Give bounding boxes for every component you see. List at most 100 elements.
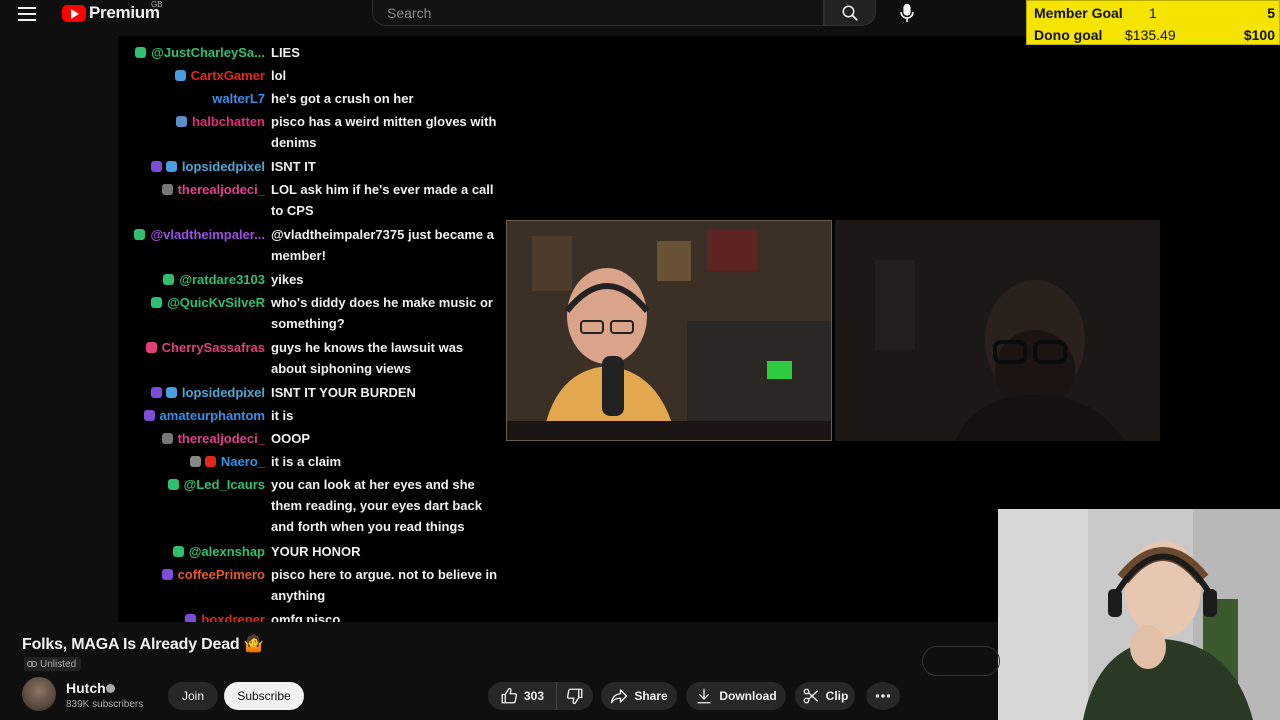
menu-icon[interactable] (18, 3, 48, 25)
chat-text: YOUR HONOR (271, 544, 361, 559)
chat-badge-icon (145, 342, 157, 353)
webcam-right (835, 220, 1160, 441)
channel-name[interactable]: Hutch (66, 680, 106, 696)
member-goal-target: 5 (1267, 5, 1275, 21)
chat-username[interactable]: halbchatten (192, 111, 265, 132)
chat-badge-icon (165, 387, 177, 398)
link-icon (27, 661, 37, 667)
person-left-figure (507, 221, 831, 440)
chat-username[interactable]: amateurphantom (160, 405, 265, 426)
video-title-text: Folks, MAGA Is Already Dead (22, 636, 240, 653)
webcam-streamer (998, 509, 1280, 720)
chat-badge-icon (150, 161, 162, 172)
dono-goal-current: $135.49 (1125, 27, 1176, 43)
chat-text: guys he knows the lawsuit was about siph… (271, 340, 464, 376)
chat-badge-icon (161, 569, 173, 580)
share-icon (611, 689, 628, 704)
unlisted-badge: Unlisted (24, 657, 82, 671)
youtube-play-icon (62, 4, 86, 22)
chat-text: it is (271, 408, 294, 423)
chat-text: it is a claim (271, 454, 342, 469)
chat-text: pisco has a weird mitten gloves with den… (271, 114, 497, 150)
chat-badge-icon (172, 546, 184, 557)
chat-badge-icon (185, 614, 197, 622)
chat-username[interactable]: @ratdare3103 (179, 269, 265, 290)
chat-text: LIES (271, 45, 300, 60)
chat-text: he's got a crush on her (271, 91, 414, 106)
person-streamer-figure (998, 509, 1280, 720)
chat-badge-icon (176, 116, 188, 127)
chat-text: ISNT IT (271, 159, 316, 174)
chat-text: who's diddy does he make music or someth… (271, 295, 493, 331)
download-button[interactable]: Download (686, 682, 786, 710)
join-button[interactable]: Join (168, 682, 218, 710)
chat-username[interactable]: CartxGamer (191, 65, 265, 86)
member-goal-row: Member Goal 1 5 (1027, 2, 1280, 24)
chat-username[interactable]: therealjodeci_ (178, 428, 265, 449)
download-icon (697, 688, 712, 704)
chat-text: pisco here to argue. not to believe in a… (271, 567, 498, 603)
more-actions-button[interactable] (866, 682, 900, 710)
channel-avatar[interactable] (22, 677, 56, 711)
stream-chat-overlay: @JustCharleySa... LIES CartxGamer lol walter… (118, 42, 503, 622)
voice-search-button[interactable] (890, 0, 924, 26)
chat-badge-icon (165, 161, 177, 172)
chat-text: lol (271, 68, 287, 83)
thumbs-up-icon (501, 687, 518, 704)
chat-username[interactable]: @vladtheimpaler... (150, 224, 265, 245)
dono-goal-label: Dono goal (1034, 27, 1103, 43)
chat-badge-icon (174, 70, 186, 81)
person-shrug-emoji-icon: 🤷 (243, 636, 264, 653)
dono-goal-row: Dono goal $135.49 $100 (1027, 24, 1280, 46)
chat-username[interactable]: boxdreper (201, 609, 265, 622)
chat-badge-icon (161, 433, 173, 444)
youtube-watch-page: Premium GB @JustCharleySa... LIES CartxGam… (0, 0, 1280, 720)
video-title: Folks, MAGA Is Already Dead 🤷 (22, 634, 264, 654)
member-goal-current: 1 (1149, 5, 1157, 21)
chat-badge-icon (189, 456, 201, 467)
chat-username[interactable]: lopsidedpixel (182, 156, 265, 177)
person-right-figure (835, 220, 1160, 441)
search-box (372, 0, 824, 26)
region-label: GB (151, 0, 163, 9)
clip-label: Clip (825, 689, 849, 703)
chat-text: OOOP (271, 431, 311, 446)
goals-overlay: Member Goal 1 5 Dono goal $135.49 $100 (1026, 0, 1280, 45)
chat-text: you can look at her eyes and she them re… (271, 477, 482, 534)
chat-text: yikes (271, 272, 304, 287)
chat-username[interactable]: @JustCharleySa... (151, 42, 265, 63)
chat-text: @vladtheimpaler7375 just became a member… (271, 227, 494, 263)
more-horizontal-icon (875, 694, 891, 698)
search-button[interactable] (824, 0, 876, 26)
verified-icon (106, 684, 115, 693)
chat-username[interactable]: therealjodeci_ (178, 179, 265, 200)
chat-badge-icon (134, 229, 146, 240)
thumbs-down-icon (566, 688, 583, 705)
chat-username[interactable]: walterL7 (212, 88, 265, 109)
like-count: 303 (523, 689, 545, 703)
chat-badge-icon (204, 456, 216, 467)
chat-badge-icon (163, 274, 175, 285)
chat-username[interactable]: @alexnshap (189, 541, 265, 562)
chat-username[interactable]: @QuicKvSilveR (167, 292, 265, 313)
youtube-logo[interactable]: Premium (62, 3, 160, 23)
chat-username[interactable]: CherrySassafras (162, 337, 265, 358)
chat-username[interactable]: lopsidedpixel (182, 382, 265, 403)
search-input[interactable] (373, 0, 823, 25)
subscribe-button[interactable]: Subscribe (224, 682, 304, 710)
chat-badge-icon (143, 410, 155, 421)
like-button[interactable]: 303 (488, 682, 557, 710)
faint-pill-outline (922, 646, 1000, 676)
clip-button[interactable]: Clip (795, 682, 855, 710)
share-label: Share (634, 689, 668, 703)
chat-badge-icon (167, 479, 179, 490)
chat-badge-icon (151, 297, 163, 308)
share-button[interactable]: Share (601, 682, 677, 710)
chat-badge-icon (135, 47, 147, 58)
logo-text: Premium (89, 3, 160, 22)
dislike-button[interactable] (557, 682, 593, 710)
chat-badge-icon (150, 387, 162, 398)
chat-username[interactable]: Naero_ (221, 451, 265, 472)
chat-username[interactable]: coffeePrimero (178, 564, 265, 585)
chat-username[interactable]: @Led_Icaurs (184, 474, 265, 495)
